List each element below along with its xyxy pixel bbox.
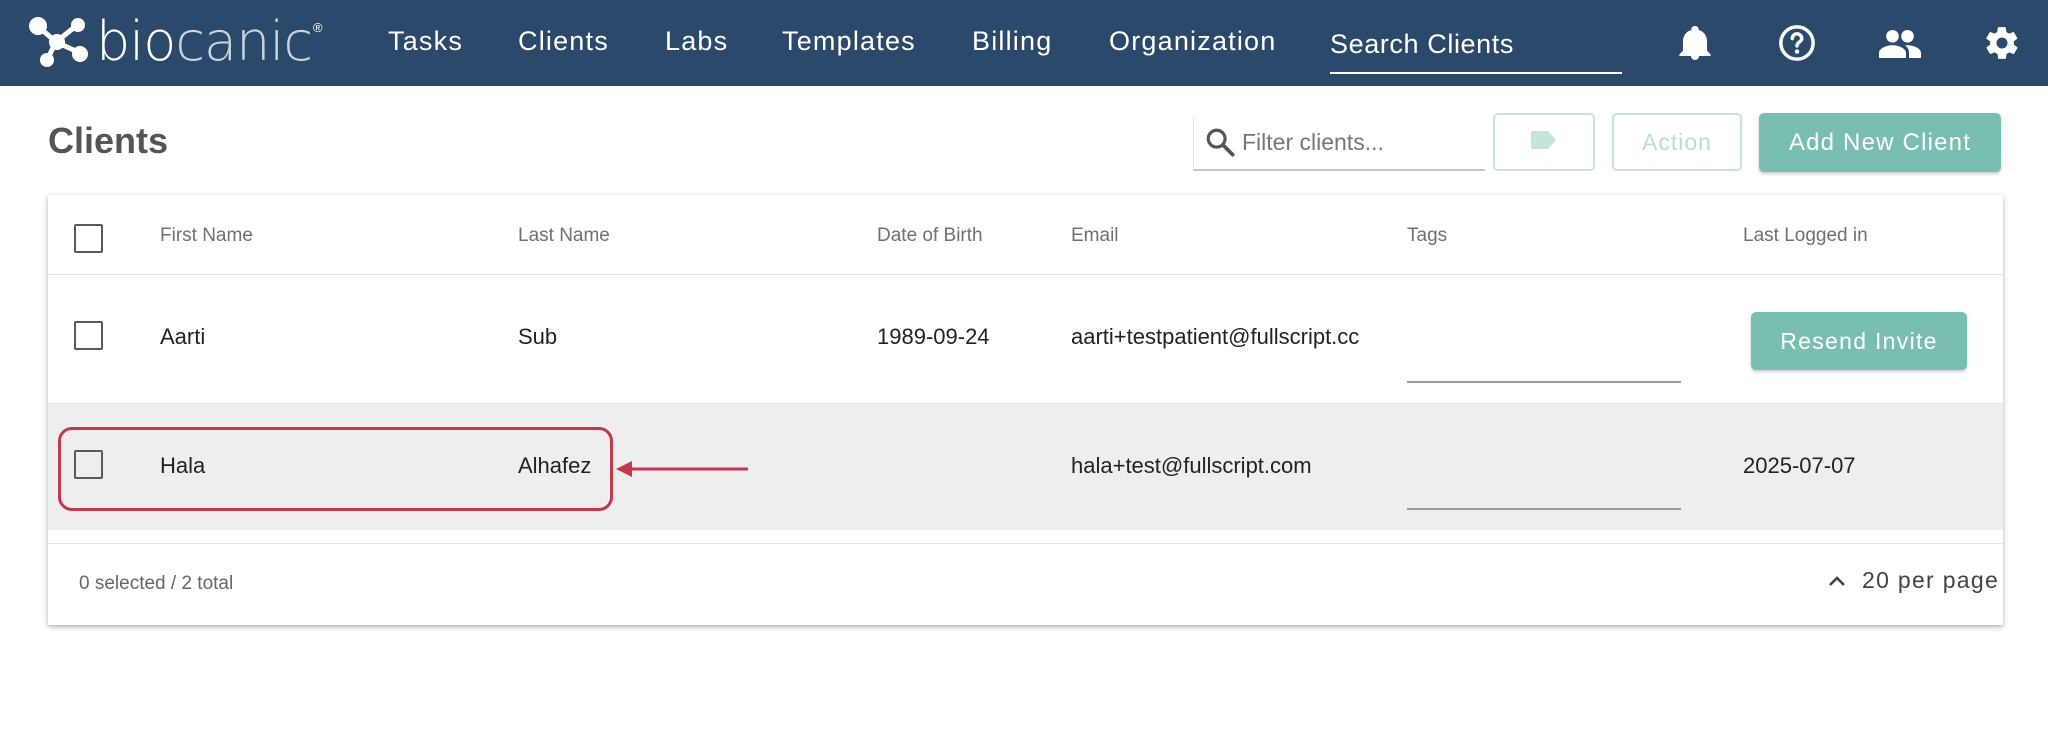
nav-item-organization[interactable]: Organization [1109,26,1277,57]
tags-input[interactable] [1407,381,1681,383]
biocanic-logo[interactable]: biocanic ® [26,12,323,72]
cell-email: aarti+testpatient@fullscript.cc [1071,324,1360,349]
chevron-up-icon [1829,575,1845,586]
logo-bio: bio [96,10,176,73]
search-clients-input[interactable] [1330,22,1622,66]
table-row[interactable]: Aarti Sub 1989-09-24 aarti+testpatient@f… [48,275,2003,404]
nav-item-templates[interactable]: Templates [782,26,916,57]
page-title: Clients [48,120,169,161]
table-row[interactable]: Hala Alhafez hala+test@fullscript.com 20… [48,404,2003,530]
search-icon [1204,126,1236,163]
logo-canic: canic [175,10,313,73]
clients-table: First Name Last Name Date of Birth Email… [48,195,2003,625]
footer-divider [48,543,2003,544]
column-header-tags[interactable]: Tags [1407,225,1447,247]
per-page-label: 20 per page [1862,567,2000,593]
nav-item-labs[interactable]: Labs [665,26,728,57]
nav-item-clients[interactable]: Clients [518,26,609,57]
filter-clients-field [1193,114,1485,171]
tags-input[interactable] [1407,508,1681,510]
add-new-client-button[interactable]: Add New Client [1759,113,2001,172]
nav-item-tasks[interactable]: Tasks [388,26,463,57]
top-navigation-bar: biocanic ® Tasks Clients Labs Templates … [0,0,2048,86]
bell-icon[interactable] [1674,22,1716,64]
gear-icon[interactable] [1981,22,2023,64]
cell-first-name: Aarti [160,324,206,349]
logo-registered-mark: ® [313,20,323,35]
help-circle-icon[interactable] [1776,22,1818,64]
select-all-checkbox[interactable] [74,224,103,253]
people-icon[interactable] [1879,22,1921,64]
search-clients-field [1330,22,1622,74]
cell-email: hala+test@fullscript.com [1071,453,1312,478]
filter-clients-input[interactable] [1242,124,1478,160]
logo-molecule-icon [29,17,88,67]
column-header-first-name[interactable]: First Name [160,225,253,247]
cell-first-name: Hala [160,453,206,478]
label-icon [1531,130,1557,154]
annotation-arrow-icon [616,461,748,477]
column-header-last-name[interactable]: Last Name [518,225,610,247]
selection-count: 0 selected / 2 total [79,573,234,594]
row-checkbox[interactable] [74,321,103,350]
column-header-last-logged-in[interactable]: Last Logged in [1743,225,1868,247]
cell-last-logged-in: 2025-07-07 [1743,453,1856,478]
column-header-email[interactable]: Email [1071,225,1119,247]
table-header: First Name Last Name Date of Birth Email… [48,195,2003,275]
action-button[interactable]: Action [1612,113,1742,171]
per-page-selector[interactable]: 20 per page [1828,567,1999,594]
row-checkbox[interactable] [74,450,103,479]
tag-button[interactable] [1493,113,1595,171]
cell-last-name: Sub [518,324,558,349]
column-header-date-of-birth[interactable]: Date of Birth [877,225,983,247]
resend-invite-button[interactable]: Resend Invite [1751,312,1967,370]
logo-wordmark: biocanic [96,15,313,69]
cell-date-of-birth: 1989-09-24 [877,324,990,349]
cell-last-name: Alhafez [518,453,592,478]
nav-item-billing[interactable]: Billing [972,26,1052,57]
